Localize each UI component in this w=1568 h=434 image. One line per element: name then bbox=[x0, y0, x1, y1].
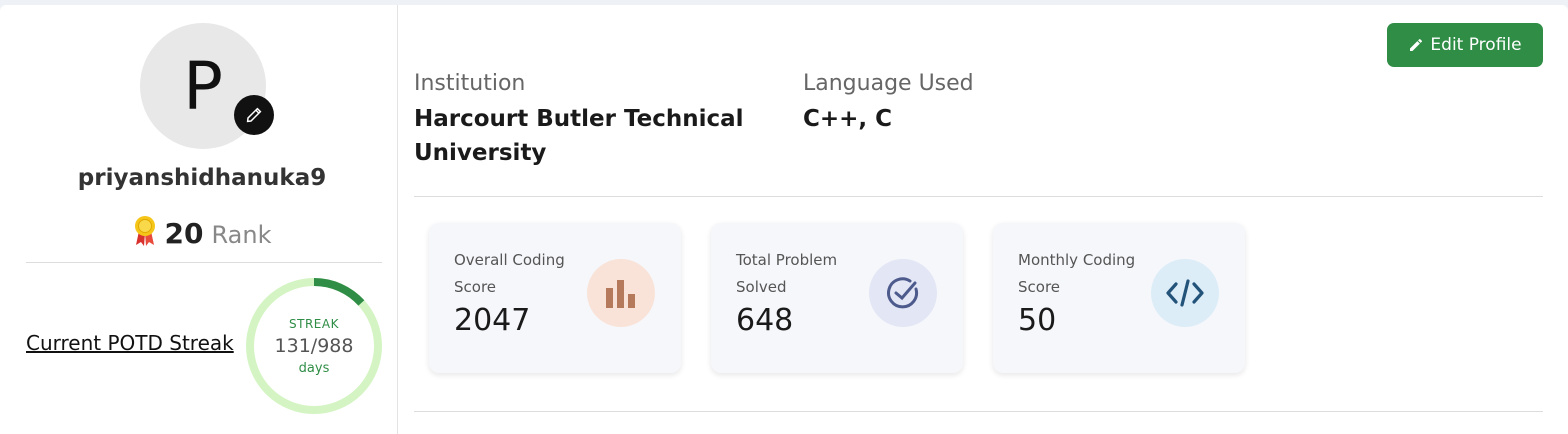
edit-profile-label: Edit Profile bbox=[1430, 35, 1522, 55]
divider bbox=[414, 411, 1543, 412]
language-label: Language Used bbox=[803, 71, 974, 96]
institution-value: Harcourt Butler Technical University bbox=[414, 106, 744, 166]
divider bbox=[414, 196, 1543, 197]
stat-value: 648 bbox=[736, 303, 794, 338]
rank-value: 20 bbox=[164, 217, 204, 250]
stat-label: Monthly Coding Score bbox=[1018, 251, 1136, 296]
institution-label: Institution bbox=[414, 71, 526, 96]
profile-card: P priyanshidhanuka9 20 Rank Current POTD… bbox=[0, 5, 1568, 434]
pencil-icon bbox=[1410, 38, 1423, 51]
rank-label: Rank bbox=[211, 221, 272, 249]
streak-unit: days bbox=[298, 360, 330, 376]
code-icon bbox=[1151, 259, 1219, 327]
streak-counter: STREAK 131/988 days bbox=[245, 277, 383, 415]
bar-chart-icon bbox=[587, 259, 655, 327]
stat-value: 50 bbox=[1018, 303, 1057, 338]
stat-label: Overall Coding Score bbox=[454, 251, 565, 296]
potd-streak-link[interactable]: Current POTD Streak bbox=[26, 331, 234, 355]
avatar-edit-button[interactable] bbox=[234, 95, 274, 135]
stat-card-monthly-score: Monthly Coding Score 50 bbox=[993, 223, 1245, 373]
stat-card-overall-score: Overall Coding Score 2047 bbox=[429, 223, 681, 373]
streak-value: 131/988 bbox=[274, 334, 354, 357]
divider bbox=[26, 262, 382, 263]
username: priyanshidhanuka9 bbox=[77, 165, 327, 191]
stat-value: 2047 bbox=[454, 303, 531, 338]
language-value: C++, C bbox=[803, 106, 893, 132]
stat-label: Total Problem Solved bbox=[736, 251, 838, 296]
check-circle-icon bbox=[869, 259, 937, 327]
medal-icon bbox=[134, 216, 155, 246]
pencil-icon bbox=[246, 107, 262, 123]
streak-title: STREAK bbox=[289, 316, 339, 331]
stat-card-problems-solved: Total Problem Solved 648 bbox=[711, 223, 963, 373]
edit-profile-button[interactable]: Edit Profile bbox=[1387, 23, 1543, 67]
profile-sidebar: P priyanshidhanuka9 20 Rank Current POTD… bbox=[0, 5, 398, 434]
rank-row: 20 Rank bbox=[0, 211, 404, 250]
avatar-letter: P bbox=[183, 47, 223, 125]
